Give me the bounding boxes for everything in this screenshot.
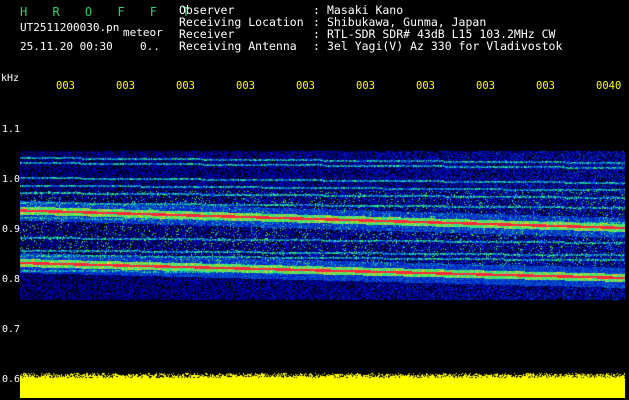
meteor-label: meteor [123, 26, 163, 39]
antenna-value: 3el Yagi(V) Az 330 for Vladivostok [327, 39, 563, 53]
time-tick-label: 003 [296, 80, 315, 92]
time-tick-label: 003 [176, 80, 195, 92]
date-time: 25.11.20 00:30 [20, 40, 113, 53]
time-tick-label: 003 [356, 80, 375, 92]
y-tick-label: 1.0 [2, 174, 21, 185]
antenna-separator: : [313, 39, 320, 53]
hrofft-window: H R O F F T UT2511200030.pn meteor 25.11… [0, 0, 629, 400]
time-tick-label: 003 [236, 80, 255, 92]
time-tick-label: 003 [416, 80, 435, 92]
y-axis-unit: kHz [1, 73, 20, 84]
y-tick-label: 0.7 [2, 324, 21, 335]
app-title: H R O F F T [20, 5, 199, 19]
time-tick-label: 0040 [596, 80, 622, 92]
y-tick-label: 0.6 [2, 374, 21, 385]
time-tick-label: 003 [56, 80, 75, 92]
y-tick-label: 1.1 [2, 124, 21, 135]
spectrogram-canvas [20, 98, 625, 398]
y-tick-label: 0.8 [2, 274, 21, 285]
y-tick-label: 0.9 [2, 224, 21, 235]
time-tick-label: 003 [536, 80, 555, 92]
time-tick-label: 003 [116, 80, 135, 92]
antenna-label: Receiving Antenna [179, 39, 297, 53]
file-name: UT2511200030.pn [20, 21, 120, 34]
time-tick-label: 003 [476, 80, 495, 92]
status-code: 0.. [140, 40, 160, 53]
